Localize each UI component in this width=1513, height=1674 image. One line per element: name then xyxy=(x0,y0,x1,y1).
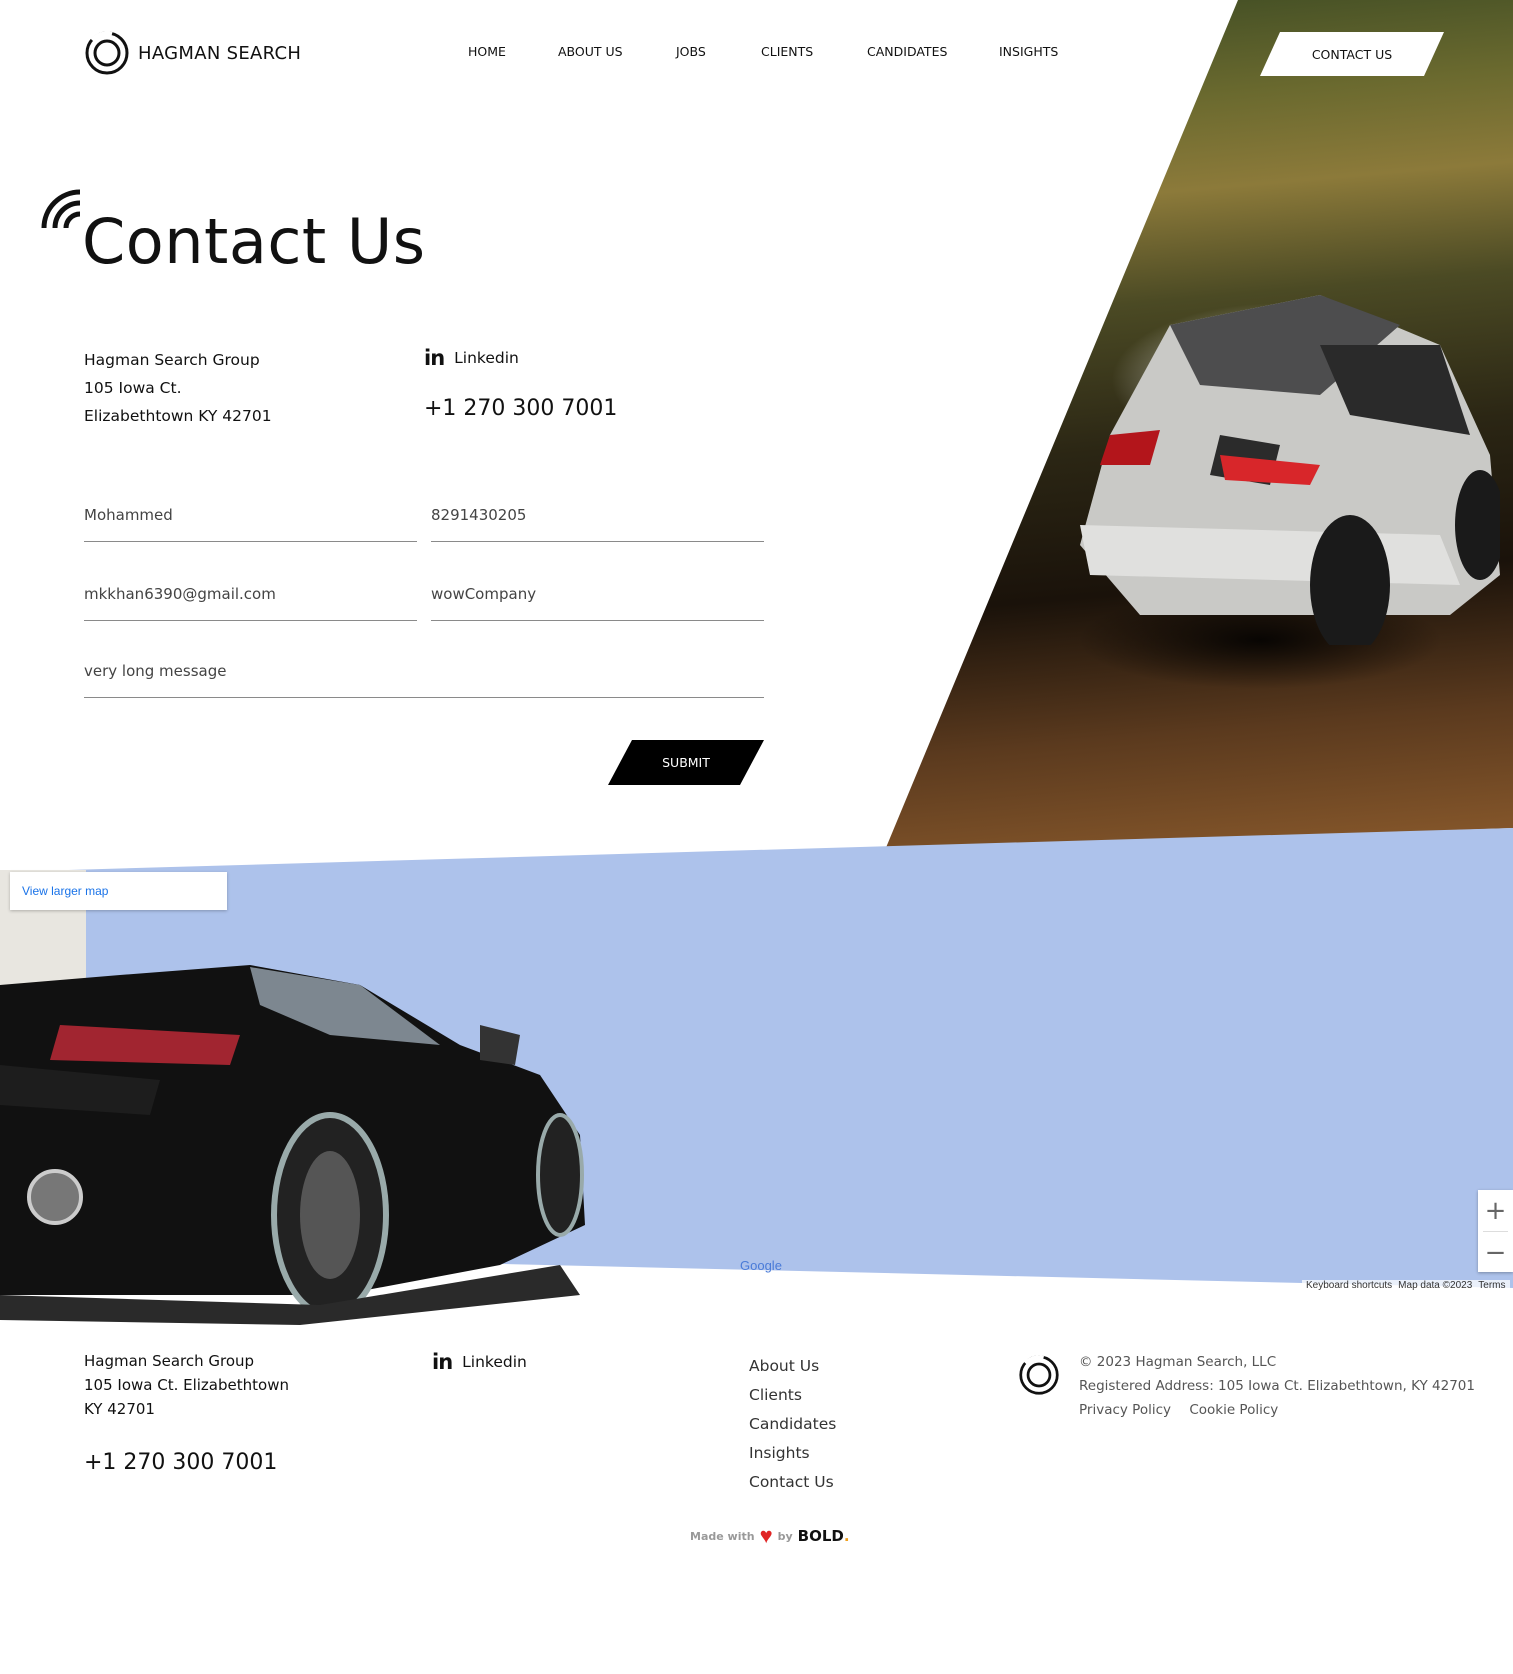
nav-jobs[interactable]: JOBS xyxy=(676,44,706,59)
message-field[interactable] xyxy=(84,644,764,698)
nav-about-us[interactable]: ABOUT US xyxy=(558,44,623,59)
nav-clients[interactable]: CLIENTS xyxy=(761,44,813,59)
email-field[interactable] xyxy=(84,567,417,621)
made-with-bold-credit[interactable]: Made with ♥ by BOLD. xyxy=(690,1525,850,1547)
linkedin-label: Linkedin xyxy=(454,349,519,367)
contact-us-label: CONTACT US xyxy=(1311,46,1393,62)
footer-phone[interactable]: +1 270 300 7001 xyxy=(84,1450,277,1475)
footer-link-insights[interactable]: Insights xyxy=(749,1439,836,1468)
footer-address-line: 105 Iowa Ct. Elizabethtown xyxy=(84,1376,289,1394)
map-terms-link[interactable]: Terms xyxy=(1478,1280,1505,1294)
view-larger-map-label: View larger map xyxy=(22,884,109,898)
footer-address-line: Hagman Search Group xyxy=(84,1352,255,1370)
copyright: © 2023 Hagman Search, LLC xyxy=(1079,1354,1277,1370)
linkedin-icon: in xyxy=(432,1350,453,1374)
footer-link-clients[interactable]: Clients xyxy=(749,1381,836,1410)
name-field[interactable] xyxy=(84,488,417,542)
footer-logo-icon xyxy=(1019,1355,1059,1395)
silver-car-illustration xyxy=(1080,295,1500,645)
google-logo: Google xyxy=(740,1258,782,1273)
heart-icon: ♥ xyxy=(759,1523,773,1548)
bold-agency-logo: BOLD. xyxy=(798,1527,850,1545)
signal-arcs-icon xyxy=(41,189,81,229)
nav-home[interactable]: HOME xyxy=(468,44,506,59)
bold-agency-dot: . xyxy=(843,1527,850,1545)
zoom-out-button[interactable]: − xyxy=(1478,1232,1513,1273)
phone-field[interactable] xyxy=(431,488,764,542)
brand-name: HAGMAN SEARCH xyxy=(138,42,302,64)
page-title: Contact Us xyxy=(82,205,426,278)
company-field[interactable] xyxy=(431,567,764,621)
submit-label: SUBMIT xyxy=(662,755,710,770)
contact-us-button[interactable]: CONTACT US xyxy=(1260,32,1444,76)
footer-linkedin-label: Linkedin xyxy=(462,1353,527,1371)
nav-candidates[interactable]: CANDIDATES xyxy=(867,44,947,59)
made-with-text: Made with xyxy=(690,1529,755,1543)
hero-car-image xyxy=(885,0,1513,850)
by-text: by xyxy=(777,1529,793,1543)
policy-links: Privacy Policy Cookie Policy xyxy=(1079,1398,1475,1422)
hagman-logo-icon xyxy=(85,31,129,75)
phone-number[interactable]: +1 270 300 7001 xyxy=(424,396,617,421)
address-line: 105 Iowa Ct. xyxy=(84,379,182,397)
privacy-policy-link[interactable]: Privacy Policy xyxy=(1079,1402,1171,1418)
footer-links: About Us Clients Candidates Insights Con… xyxy=(749,1352,836,1497)
linkedin-link[interactable]: in Linkedin xyxy=(424,346,519,370)
footer-linkedin-link[interactable]: in Linkedin xyxy=(432,1350,527,1374)
map-zoom-controls: + − xyxy=(1478,1190,1513,1272)
address-line: Elizabethtown KY 42701 xyxy=(84,407,272,425)
linkedin-icon: in xyxy=(424,346,445,370)
footer-legal: © 2023 Hagman Search, LLC Registered Add… xyxy=(1079,1350,1475,1422)
office-address: Hagman Search Group 105 Iowa Ct. Elizabe… xyxy=(84,346,272,430)
keyboard-shortcuts-link[interactable]: Keyboard shortcuts xyxy=(1306,1280,1392,1294)
bold-agency-name: BOLD xyxy=(797,1527,844,1545)
registered-address: Registered Address: 105 Iowa Ct. Elizabe… xyxy=(1079,1378,1475,1394)
footer-link-candidates[interactable]: Candidates xyxy=(749,1410,836,1439)
zoom-in-button[interactable]: + xyxy=(1478,1190,1513,1231)
address-line: Hagman Search Group xyxy=(84,351,260,369)
footer-link-about-us[interactable]: About Us xyxy=(749,1352,836,1381)
map-data-credit: Map data ©2023 xyxy=(1398,1280,1473,1291)
view-larger-map-link[interactable]: View larger map xyxy=(10,872,227,910)
nav-insights[interactable]: INSIGHTS xyxy=(999,44,1058,59)
submit-button[interactable]: SUBMIT xyxy=(608,740,764,785)
footer-link-contact-us[interactable]: Contact Us xyxy=(749,1468,836,1497)
brand-logo[interactable]: HAGMAN SEARCH xyxy=(84,30,301,76)
footer-address-line: KY 42701 xyxy=(84,1400,155,1418)
footer-address: Hagman Search Group 105 Iowa Ct. Elizabe… xyxy=(84,1349,289,1421)
map-attribution: Keyboard shortcuts Map data ©2023 Terms xyxy=(1302,1280,1510,1294)
cookie-policy-link[interactable]: Cookie Policy xyxy=(1189,1402,1278,1418)
black-car-illustration xyxy=(0,965,585,1325)
